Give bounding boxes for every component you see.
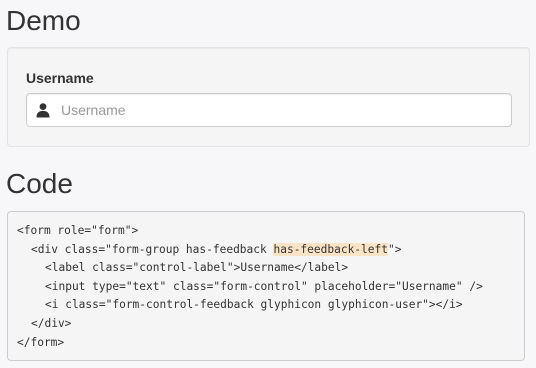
code-segment: <div class="form-group has-feedback — [31, 242, 274, 256]
username-label: Username — [26, 70, 94, 86]
code-line: <input type="text" class="form-control" … — [45, 279, 483, 293]
code-line: </div> — [31, 316, 72, 330]
code-line: <i class="form-control-feedback glyphico… — [45, 298, 463, 312]
page: Demo Username Code <form role="form"> <di… — [0, 0, 536, 368]
code-line: <div class="form-group has-feedback has-… — [17, 241, 515, 260]
demo-panel: Username — [7, 47, 530, 147]
code-segment: "> — [388, 242, 402, 256]
code-heading: Code — [6, 168, 73, 199]
code-highlight: has-feedback-left — [273, 242, 388, 256]
code-block: <form role="form"> <div class="form-group… — [7, 211, 525, 361]
code-line: <form role="form"> — [17, 224, 139, 237]
username-input-group — [26, 93, 512, 127]
code-line: </form> — [17, 335, 65, 349]
username-input[interactable] — [26, 93, 512, 127]
code-line: <label class="control-label">Username</l… — [45, 261, 349, 275]
demo-heading: Demo — [6, 5, 81, 36]
